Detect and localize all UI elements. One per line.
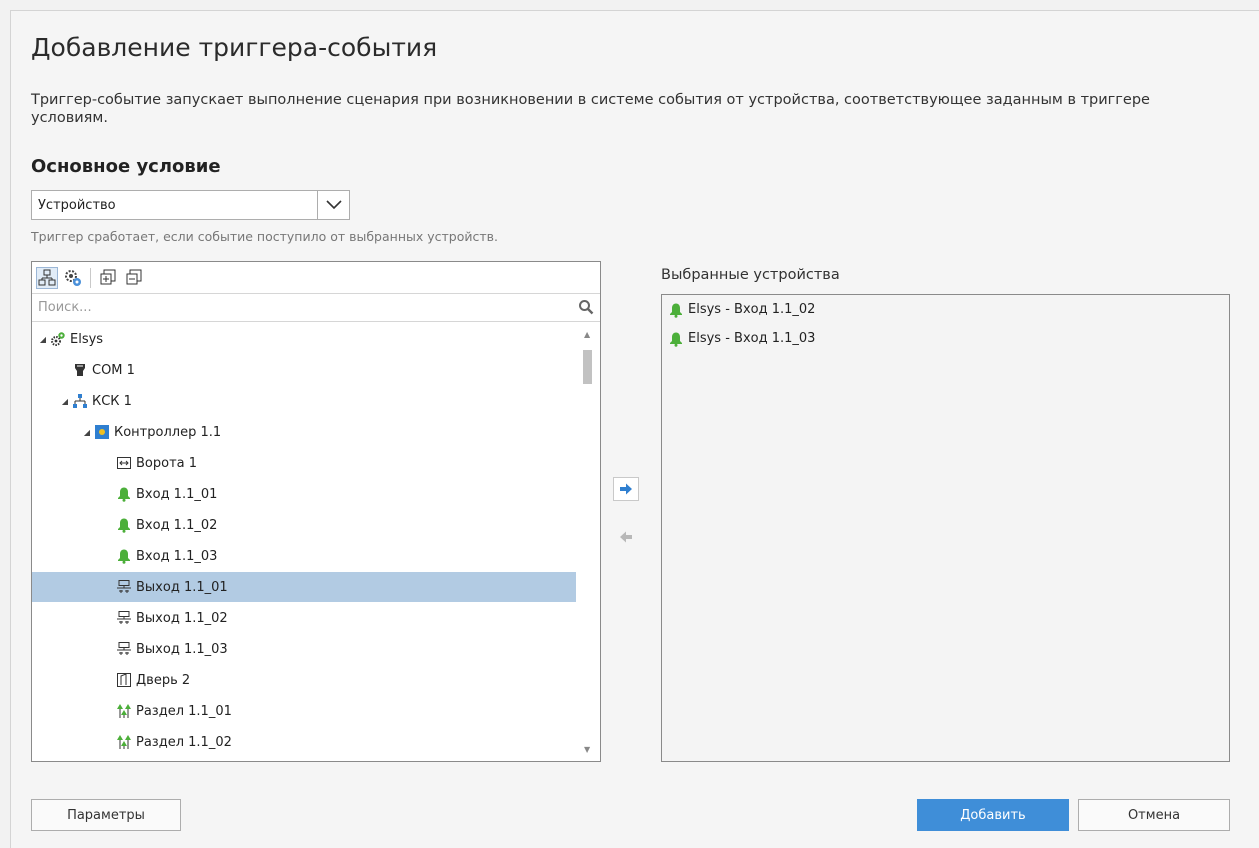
bell-icon [668,331,684,347]
cancel-button[interactable]: Отмена [1078,799,1230,831]
tree-item-label: Elsys [70,331,104,347]
condition-hint: Триггер сработает, если событие поступил… [31,229,498,244]
arrow-left-icon [620,531,632,543]
selected-device-label: Elsys - Вход 1.1_02 [688,302,816,317]
partition-icon [116,703,132,719]
expand-arrow-icon[interactable]: ◢ [60,397,70,406]
tree-item-label: Выход 1.1_03 [136,641,228,657]
tree-item[interactable]: Ворота 1 [32,448,576,478]
tree-view-icon[interactable] [36,266,58,289]
com-port-icon [72,362,88,378]
expand-arrow-icon[interactable]: ◢ [82,428,92,437]
tree-scrollbar[interactable]: ▲ ▼ [576,322,600,760]
scroll-down-icon[interactable]: ▼ [584,745,590,754]
tree-item-label: Выход 1.1_01 [136,579,228,595]
tree-item-label: Выход 1.1_02 [136,610,228,626]
bell-icon [116,517,132,533]
tree-item[interactable]: COM 1 [32,355,576,385]
collapse-all-icon[interactable] [123,267,145,289]
tree-item[interactable]: ◢ Elsys [32,324,576,354]
relay-output-icon [116,610,132,626]
bell-icon [116,548,132,564]
tree-item[interactable]: ◢ Контроллер 1.1 [32,417,576,447]
expand-arrow-icon[interactable]: ◢ [38,335,48,344]
tree-item-label: Вход 1.1_02 [136,517,218,533]
partition-icon [116,734,132,750]
controller-icon [94,424,110,440]
elsys-system-icon [50,331,66,347]
device-settings-icon[interactable] [62,267,84,289]
tree-item-label: COM 1 [92,362,135,378]
tree-item-label: Контроллер 1.1 [114,424,222,440]
search-icon[interactable] [578,299,594,319]
device-tree: Раздел 1.1_02 Раздел 1.1_01 Дверь 2 Выход 1… [32,322,600,760]
tree-toolbar [32,262,600,294]
door-icon [116,672,132,688]
tree-item-label: Раздел 1.1_01 [136,703,232,719]
tree-item[interactable]: Раздел 1.1_02 [32,727,576,757]
tree-item-label: Ворота 1 [136,455,198,471]
remove-from-selected-button[interactable] [613,525,639,549]
tree-item[interactable]: Дверь 2 [32,665,576,695]
bell-icon [116,486,132,502]
tree-item[interactable]: Выход 1.1_02 [32,603,576,633]
tree-item[interactable]: Вход 1.1_02 [32,510,576,540]
selected-device-item[interactable]: Elsys - Вход 1.1_02 [662,295,1229,324]
tree-item-label: Вход 1.1_01 [136,486,218,502]
tree-item-label: Вход 1.1_03 [136,548,218,564]
scroll-thumb[interactable] [583,350,592,384]
tree-item-label: Дверь 2 [136,672,191,688]
relay-output-icon [116,641,132,657]
search-input[interactable] [36,299,556,316]
tree-item[interactable]: Выход 1.1_01 [32,572,576,602]
relay-output-icon [116,579,132,595]
tree-item[interactable]: Вход 1.1_03 [32,541,576,571]
section-heading: Основное условие [31,156,221,177]
add-trigger-dialog: Добавление триггера-события Триггер-собы… [10,10,1259,848]
chevron-down-icon[interactable] [317,191,349,219]
add-button[interactable]: Добавить [917,799,1069,831]
selected-device-item[interactable]: Elsys - Вход 1.1_03 [662,324,1229,353]
selected-device-label: Elsys - Вход 1.1_03 [688,331,816,346]
add-to-selected-button[interactable] [613,477,639,501]
tree-search [32,294,600,322]
condition-type-select[interactable]: Устройство [31,190,350,220]
tree-item[interactable]: ◢ КСК 1 [32,386,576,416]
expand-all-icon[interactable] [97,267,119,289]
dialog-description: Триггер-событие запускает выполнение сце… [31,92,1150,126]
tree-item[interactable]: Выход 1.1_03 [32,634,576,664]
tree-item[interactable]: Вход 1.1_01 [32,479,576,509]
toolbar-divider [90,267,91,288]
arrow-right-icon [620,483,632,495]
network-icon [72,393,88,409]
tree-item-label: Раздел 1.1_02 [136,734,232,750]
dialog-title: Добавление триггера-события [31,33,438,62]
gate-icon [116,455,132,471]
device-tree-panel: Раздел 1.1_02 Раздел 1.1_01 Дверь 2 Выход 1… [31,261,601,762]
params-button[interactable]: Параметры [31,799,181,831]
bell-icon [668,302,684,318]
tree-item[interactable]: Раздел 1.1_01 [32,696,576,726]
scroll-up-icon[interactable]: ▲ [584,330,590,339]
selected-devices-label: Выбранные устройства [661,267,840,283]
select-value: Устройство [38,197,116,213]
tree-item-label: КСК 1 [92,393,132,409]
selected-devices-list: Elsys - Вход 1.1_02 Elsys - Вход 1.1_03 [661,294,1230,762]
